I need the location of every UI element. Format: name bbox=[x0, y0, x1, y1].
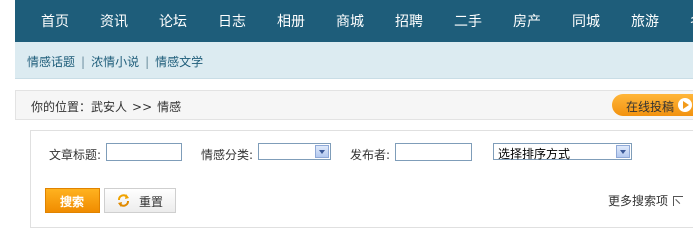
breadcrumb-arrow: >> bbox=[132, 100, 153, 114]
more-search-options-link[interactable]: 更多搜索项 bbox=[608, 192, 684, 209]
expand-corner-icon bbox=[673, 196, 684, 206]
breadcrumb-site-link[interactable]: 武安人 bbox=[91, 100, 127, 114]
search-button[interactable]: 搜索 bbox=[45, 188, 100, 213]
title-input[interactable] bbox=[106, 143, 182, 161]
nav-item-secondhand[interactable]: 二手 bbox=[454, 11, 482, 31]
nav-item-home[interactable]: 首页 bbox=[41, 11, 69, 31]
sort-select-value: 选择排序方式 bbox=[498, 147, 571, 161]
online-submit-button[interactable]: 在线投稿 bbox=[612, 94, 693, 116]
subnav-link-topics[interactable]: 情感话题 bbox=[27, 55, 75, 69]
nav-item-mall[interactable]: 商城 bbox=[336, 11, 364, 31]
sort-select[interactable]: 选择排序方式 bbox=[493, 143, 632, 161]
search-fields-row: 文章标题: 情感分类: 发布者: 选择排序方式 bbox=[31, 143, 693, 163]
breadcrumb: 你的位置：武安人 >> 情感 bbox=[31, 98, 181, 115]
chevron-down-icon[interactable] bbox=[616, 145, 630, 158]
chevron-down-icon[interactable] bbox=[315, 145, 329, 158]
play-circle-icon bbox=[678, 98, 692, 112]
nav-item-forum[interactable]: 论坛 bbox=[159, 11, 187, 31]
category-select[interactable] bbox=[258, 143, 331, 160]
sub-navigation: 情感话题 | 浓情小说 | 情感文学 bbox=[15, 42, 693, 79]
title-label: 文章标题: bbox=[49, 148, 102, 162]
search-button-label: 搜索 bbox=[60, 195, 85, 209]
reset-button[interactable]: 重置 bbox=[104, 188, 176, 213]
nav-item-travel[interactable]: 旅游 bbox=[631, 11, 659, 31]
reset-arrows-icon bbox=[118, 194, 129, 207]
nav-item-jobs[interactable]: 招聘 bbox=[395, 11, 423, 31]
subnav-link-literature[interactable]: 情感文学 bbox=[155, 55, 203, 69]
nav-item-album[interactable]: 相册 bbox=[277, 11, 305, 31]
nav-item-local[interactable]: 同城 bbox=[572, 11, 600, 31]
nav-item-realestate[interactable]: 房产 bbox=[513, 11, 541, 31]
reset-button-label: 重置 bbox=[139, 195, 164, 209]
nav-item-news[interactable]: 资讯 bbox=[100, 11, 128, 31]
top-navigation: 首页 资讯 论坛 日志 相册 商城 招聘 二手 房产 同城 旅游 名 bbox=[15, 0, 693, 42]
breadcrumb-prefix: 你的位置： bbox=[31, 100, 92, 114]
breadcrumb-current: 情感 bbox=[157, 100, 182, 114]
subnav-links: 情感话题 | 浓情小说 | 情感文学 bbox=[27, 53, 203, 70]
breadcrumb-bar: 你的位置：武安人 >> 情感 在线投稿 bbox=[15, 90, 693, 120]
more-search-options-label: 更多搜索项 bbox=[608, 194, 669, 208]
search-panel: 文章标题: 情感分类: 发布者: 选择排序方式 搜索 重置 更多搜索项 bbox=[30, 130, 693, 228]
author-label: 发布者: bbox=[350, 148, 391, 162]
subnav-link-novels[interactable]: 浓情小说 bbox=[91, 55, 139, 69]
author-input[interactable] bbox=[395, 143, 472, 161]
nav-item-blog[interactable]: 日志 bbox=[218, 11, 246, 31]
subnav-separator: | bbox=[81, 55, 86, 69]
online-submit-label: 在线投稿 bbox=[626, 100, 675, 114]
category-label: 情感分类: bbox=[201, 148, 254, 162]
subnav-separator: | bbox=[145, 55, 150, 69]
